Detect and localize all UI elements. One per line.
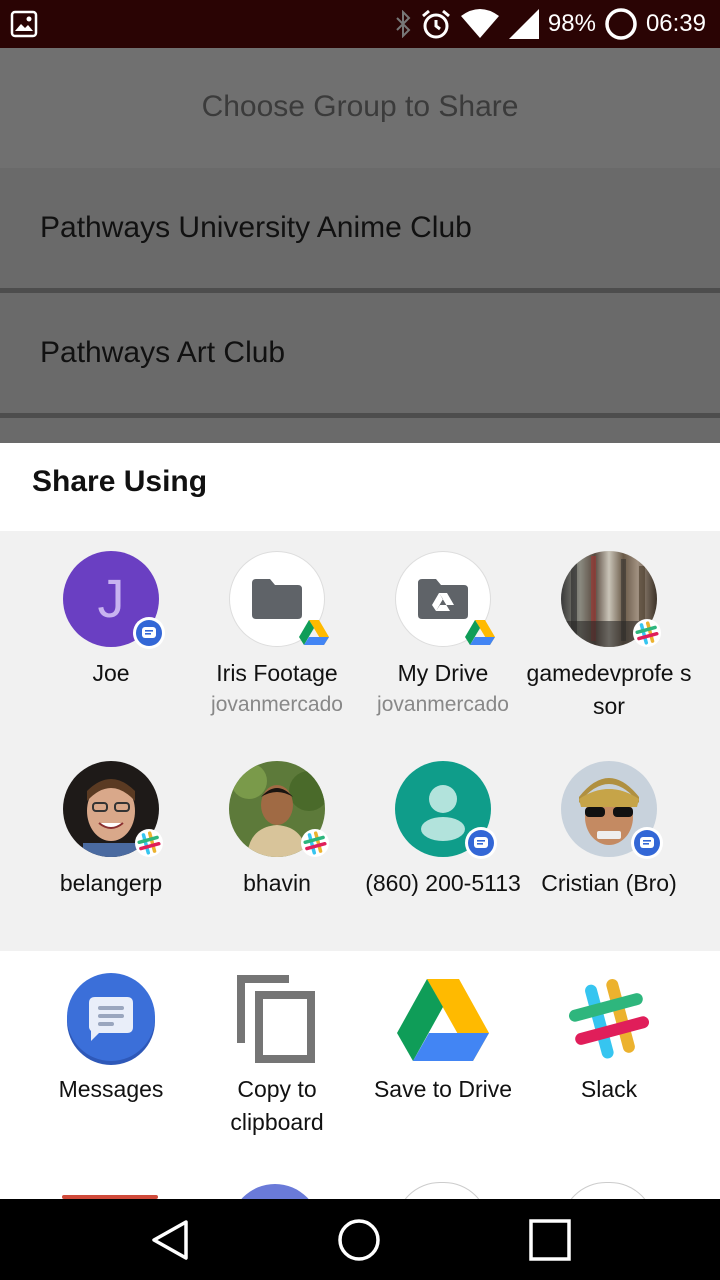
avatar xyxy=(561,761,663,859)
app-target-partial-1[interactable] xyxy=(62,1181,158,1199)
messages-badge-icon xyxy=(133,617,165,649)
avatar xyxy=(395,761,497,859)
direct-target-iris-footage[interactable]: Iris Footage jovanmercado xyxy=(194,551,360,720)
group-item-anime-club[interactable]: Pathways University Anime Club xyxy=(0,168,720,288)
avatar xyxy=(395,551,495,647)
drive-app-icon xyxy=(397,973,489,1065)
share-sheet-title: Share Using xyxy=(32,465,208,498)
avatar: J xyxy=(63,551,165,649)
battery-icon xyxy=(605,8,637,40)
bluetooth-icon xyxy=(396,10,411,38)
direct-target-cristian[interactable]: Cristian (Bro) xyxy=(526,761,692,900)
back-icon xyxy=(152,1219,188,1260)
direct-share-targets: J Joe Iris Footage jovanmercado My Drive… xyxy=(0,531,720,951)
avatar xyxy=(229,551,329,647)
home-icon xyxy=(338,1218,380,1261)
avatar xyxy=(63,761,163,857)
gallery-icon xyxy=(10,10,38,38)
drive-badge-icon xyxy=(298,616,330,648)
app-target-copy-clipboard[interactable]: Copy to clipboard xyxy=(194,973,360,1139)
drive-folder-icon xyxy=(418,579,468,619)
group-item-art-club[interactable]: Pathways Art Club xyxy=(0,293,720,413)
slack-app-icon xyxy=(563,973,655,1065)
app-target-slack[interactable]: Slack xyxy=(526,973,692,1106)
app-label: Copy to clipboard xyxy=(230,1076,324,1135)
target-name: Joe xyxy=(92,660,130,686)
messages-badge-icon xyxy=(465,827,497,859)
app-target-partial-2[interactable] xyxy=(230,1181,326,1199)
share-sheet: Share Using J Joe Iris Footage jovanmerc… xyxy=(0,443,720,1199)
status-bar: 98% 06:39 xyxy=(0,0,720,48)
direct-target-bhavin[interactable]: bhavin xyxy=(194,761,360,900)
slack-badge-icon xyxy=(299,827,331,859)
app-label: Slack xyxy=(580,1076,638,1102)
messages-badge-icon xyxy=(631,827,663,859)
app-label: Messages xyxy=(58,1076,164,1102)
target-name: belangerp xyxy=(59,870,163,896)
app-target-partial-3[interactable] xyxy=(395,1181,491,1199)
messages-app-icon xyxy=(65,973,157,1065)
app-target-save-to-drive[interactable]: Save to Drive xyxy=(360,973,526,1106)
app-background: Choose Group to Share Pathways Universit… xyxy=(0,48,720,448)
avatar xyxy=(229,761,329,857)
recents-icon xyxy=(529,1218,571,1261)
clock: 06:39 xyxy=(645,10,706,37)
target-name: My Drive xyxy=(397,660,489,686)
target-name: Iris Footage xyxy=(216,660,338,686)
folder-icon xyxy=(252,579,302,619)
slack-badge-icon xyxy=(133,827,165,859)
app-target-partial-4[interactable] xyxy=(561,1181,657,1199)
target-name: bhavin xyxy=(243,870,311,896)
signal-icon xyxy=(508,9,539,39)
navigation-bar xyxy=(0,1199,720,1280)
avatar xyxy=(561,551,661,647)
direct-target-gamedevprofessor[interactable]: gamedevprofe ssor xyxy=(526,551,692,723)
drive-badge-icon xyxy=(464,616,496,648)
direct-target-my-drive[interactable]: My Drive jovanmercado xyxy=(360,551,526,720)
target-name: (860) 200-5113 xyxy=(365,870,521,896)
back-button[interactable] xyxy=(110,1199,230,1280)
battery-percent: 98% xyxy=(547,10,596,37)
app-label: Save to Drive xyxy=(373,1076,513,1102)
home-button[interactable] xyxy=(299,1199,419,1280)
recents-button[interactable] xyxy=(490,1199,610,1280)
direct-target-joe[interactable]: J Joe xyxy=(28,551,194,690)
wifi-icon xyxy=(460,9,499,38)
target-account: jovanmercado xyxy=(211,693,343,716)
direct-target-belangerp[interactable]: belangerp xyxy=(28,761,194,900)
app-target-messages[interactable]: Messages xyxy=(28,973,194,1106)
avatar-letter: J xyxy=(97,569,125,629)
alarm-icon xyxy=(421,9,450,39)
target-name: Cristian (Bro) xyxy=(541,870,677,896)
target-account: jovanmercado xyxy=(377,693,509,716)
copy-icon xyxy=(231,973,323,1065)
direct-target-phone-number[interactable]: (860) 200-5113 xyxy=(360,761,526,900)
target-name: gamedevprofe ssor xyxy=(526,660,692,719)
page-title: Choose Group to Share xyxy=(201,90,519,123)
slack-badge-icon xyxy=(631,617,663,649)
